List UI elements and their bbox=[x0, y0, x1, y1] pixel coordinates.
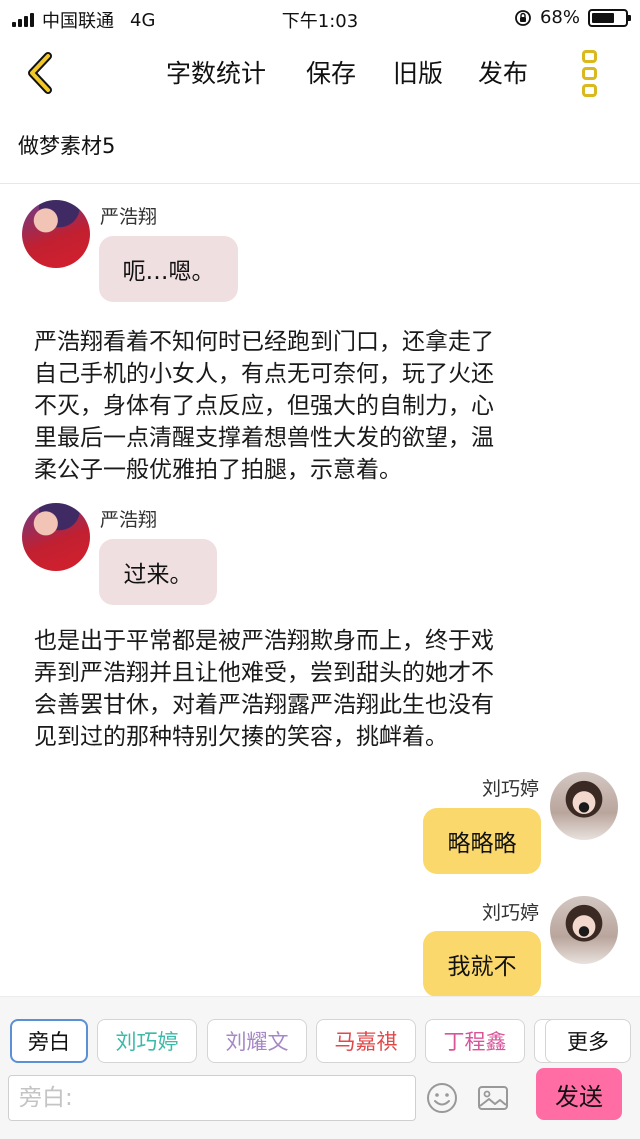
narration-line: 不灭，身体有了点反应，但强大的自制力，心 bbox=[34, 393, 494, 419]
role-chip-narration[interactable]: 旁白 bbox=[10, 1019, 88, 1063]
avatar-yanhaoxiang[interactable] bbox=[22, 503, 90, 571]
narration-block[interactable]: 严浩翔看着不知何时已经跑到门口，还拿走了 自己手机的小女人，有点无可奈何，玩了火… bbox=[34, 326, 606, 486]
composer-panel: 旁白 刘巧婷 刘耀文 马嘉祺 丁程鑫 更多 发送 bbox=[0, 996, 640, 1139]
message-bubble[interactable]: 过来。 bbox=[99, 539, 217, 605]
speaker-name: 严浩翔 bbox=[100, 206, 158, 228]
message-bubble[interactable]: 略略略 bbox=[423, 808, 541, 874]
battery-icon bbox=[588, 8, 631, 27]
publish-button[interactable]: 发布 bbox=[478, 54, 528, 90]
header-divider bbox=[0, 183, 640, 184]
narration-line: 弄到严浩翔并且让他难受，尝到甜头的她才不 bbox=[34, 660, 494, 686]
narration-line: 会善罢甘休，对着严浩翔露严浩翔此生也没有 bbox=[34, 692, 494, 718]
narration-line: 见到过的那种特别欠揍的笑容，挑衅着。 bbox=[34, 724, 448, 750]
narration-line: 柔公子一般优雅拍了拍腿，示意着。 bbox=[34, 457, 402, 483]
narration-input[interactable] bbox=[8, 1075, 416, 1121]
image-button[interactable] bbox=[476, 1081, 510, 1115]
status-bar: 中国联通 4G 下午1:03 68% bbox=[0, 0, 640, 36]
emoji-button[interactable] bbox=[425, 1081, 459, 1115]
avatar-liuqiaoting[interactable] bbox=[550, 896, 618, 964]
editor-toolbar: 字数统计 保存 旧版 发布 bbox=[0, 40, 640, 104]
status-right: 68% bbox=[514, 7, 631, 28]
word-count-button[interactable]: 字数统计 bbox=[166, 54, 266, 90]
speaker-name: 严浩翔 bbox=[100, 509, 158, 531]
narration-line: 自己手机的小女人，有点无可奈何，玩了火还 bbox=[34, 361, 494, 387]
message-bubble[interactable]: 呃…嗯。 bbox=[99, 236, 238, 302]
emoji-icon bbox=[427, 1083, 457, 1113]
more-roles-button[interactable]: 更多 bbox=[545, 1019, 631, 1063]
orientation-lock-icon bbox=[515, 9, 531, 26]
avatar-yanhaoxiang[interactable] bbox=[22, 200, 90, 268]
battery-fill bbox=[592, 12, 614, 23]
image-icon bbox=[478, 1086, 508, 1110]
speaker-name: 刘巧婷 bbox=[481, 902, 539, 924]
role-chip-liuyaowen[interactable]: 刘耀文 bbox=[207, 1019, 307, 1063]
old-version-button[interactable]: 旧版 bbox=[393, 54, 443, 90]
narration-line: 也是出于平常都是被严浩翔欺身而上，终于戏 bbox=[34, 628, 494, 654]
document-title: 做梦素材5 bbox=[18, 134, 116, 158]
role-chip-liuqiaoting[interactable]: 刘巧婷 bbox=[97, 1019, 197, 1063]
narration-line: 严浩翔看着不知何时已经跑到门口，还拿走了 bbox=[34, 329, 494, 355]
narration-line: 里最后一点清醒支撑着想兽性大发的欲望，温 bbox=[34, 425, 494, 451]
message-bubble[interactable]: 我就不 bbox=[423, 931, 541, 997]
back-button[interactable] bbox=[20, 48, 64, 98]
role-chip-majiaqi[interactable]: 马嘉祺 bbox=[316, 1019, 416, 1063]
chevron-left-icon bbox=[28, 52, 52, 94]
save-button[interactable]: 保存 bbox=[306, 54, 356, 90]
narration-block[interactable]: 也是出于平常都是被严浩翔欺身而上，终于戏 弄到严浩翔并且让他难受，尝到甜头的她才… bbox=[34, 625, 606, 753]
battery-percent: 68% bbox=[539, 7, 580, 28]
role-chip-dingchengxin[interactable]: 丁程鑫 bbox=[425, 1019, 525, 1063]
avatar-liuqiaoting[interactable] bbox=[550, 772, 618, 840]
speaker-name: 刘巧婷 bbox=[481, 778, 539, 800]
more-vertical-icon[interactable] bbox=[574, 46, 604, 98]
send-button[interactable]: 发送 bbox=[536, 1068, 622, 1120]
